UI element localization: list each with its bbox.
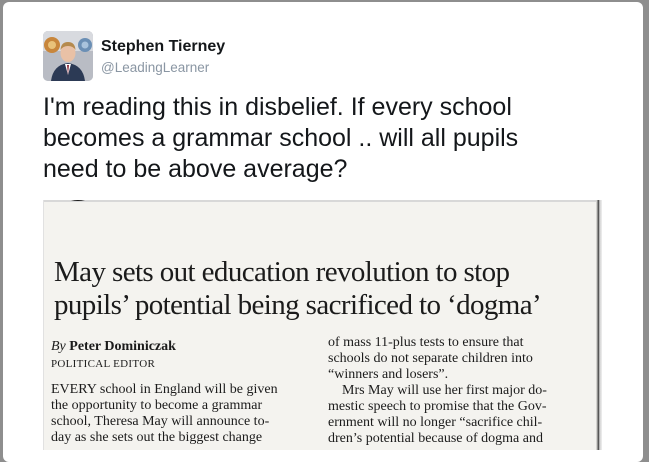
- column-line: Mrs May will use her first major do-: [328, 383, 547, 398]
- tweet-text-line: need to be above average?: [43, 155, 348, 183]
- column-line: day as she sets out the biggest change: [51, 430, 263, 445]
- headline-line: pupils’ potential being sacrificed to ‘d…: [54, 289, 542, 321]
- tweet-text-line: I'm reading this in disbelief. If every …: [43, 93, 512, 121]
- byline-role: POLITICAL EDITOR: [51, 358, 156, 370]
- article-byline: By Peter Dominiczak: [51, 339, 176, 355]
- display-name[interactable]: Stephen Tierney: [101, 38, 225, 56]
- tweet-text-line: becomes a grammar school .. will all pup…: [43, 124, 519, 152]
- profile-photo: [43, 31, 93, 81]
- byline-name: Peter Dominiczak: [69, 339, 176, 354]
- media-top-border: [44, 200, 602, 202]
- column-line: EVERY school in England will be given: [51, 382, 278, 397]
- byline-prefix: By: [51, 339, 66, 354]
- column-line: of mass 11-plus tests to ensure that: [328, 335, 524, 350]
- tweet-card: Stephen Tierney @LeadingLearner I'm read…: [3, 2, 643, 462]
- tweet-text: I'm reading this in disbelief. If every …: [43, 92, 603, 185]
- column-line: the opportunity to become a grammar: [51, 398, 263, 413]
- article-column-right: of mass 11-plus tests to ensure that sch…: [328, 335, 598, 447]
- article-column-left: EVERY school in England will be given th…: [51, 382, 319, 446]
- avatar[interactable]: [43, 31, 93, 81]
- article-headline: May sets out education revolution to sto…: [54, 256, 594, 322]
- user-handle[interactable]: @LeadingLearner: [101, 60, 209, 75]
- headline-line: May sets out education revolution to sto…: [54, 256, 510, 288]
- column-line: mestic speech to promise that the Gov-: [328, 399, 547, 414]
- column-line: “winners and losers”.: [328, 367, 449, 382]
- masthead-fragment: [71, 200, 85, 201]
- column-line: schools do not separate children into: [328, 351, 533, 366]
- tweet-media-image[interactable]: May sets out education revolution to sto…: [43, 200, 602, 450]
- page-fold-edge: [596, 200, 602, 450]
- column-line: school, Theresa May will announce to-: [51, 414, 270, 429]
- column-line: dren’s potential because of dogma and: [328, 431, 543, 446]
- column-line: ernment will no longer “sacrifice chil-: [328, 415, 543, 430]
